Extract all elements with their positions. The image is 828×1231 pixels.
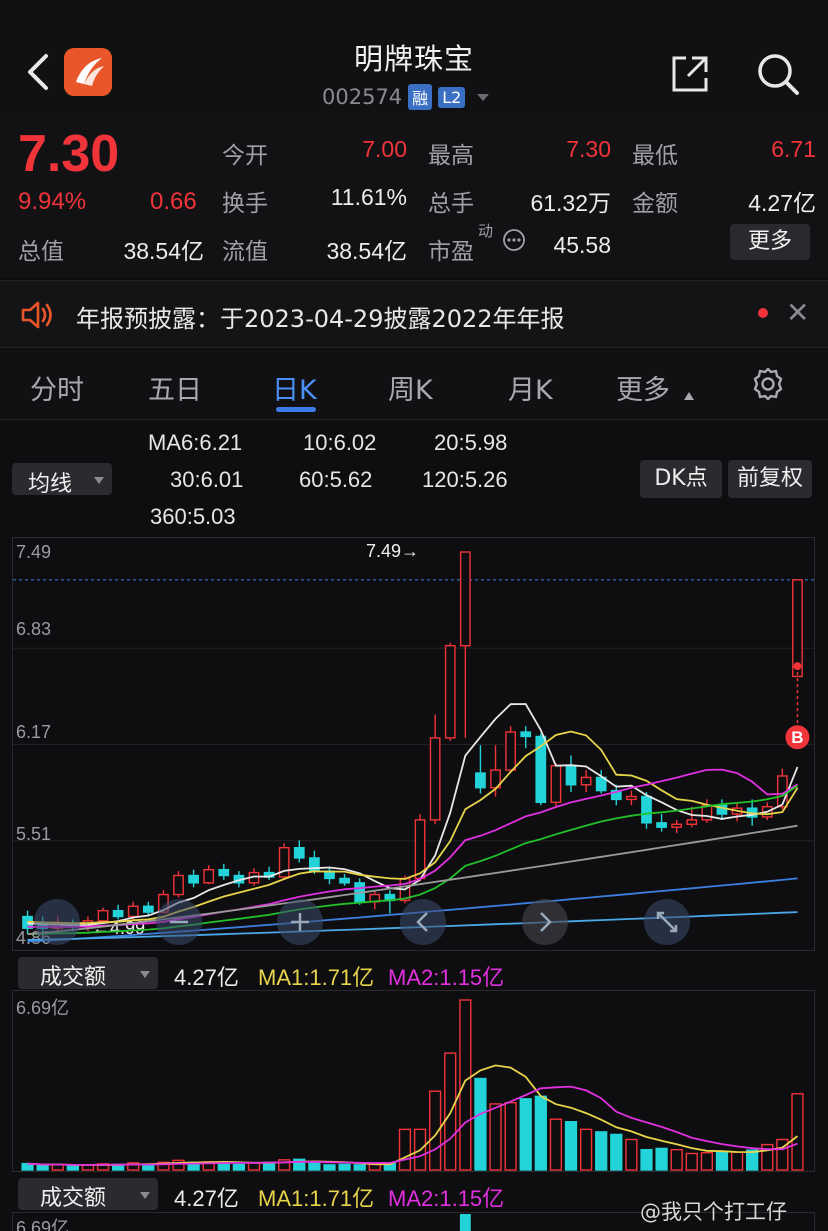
volume-value-2: 4.27亿 — [174, 1186, 239, 1211]
candle-up — [505, 731, 517, 771]
volume-y-top-2: 6.69亿 — [16, 1218, 70, 1231]
buy-signal-label: B — [791, 728, 803, 747]
zoom-in-nav-button[interactable] — [34, 899, 80, 945]
candle-down — [475, 772, 486, 789]
candle-up — [550, 765, 562, 804]
expand-icon — [656, 911, 678, 933]
candle-up — [203, 868, 215, 884]
volume-chart-frame[interactable] — [12, 990, 815, 1172]
candle-up — [173, 874, 184, 896]
minus-button[interactable] — [156, 899, 202, 945]
chevron-left-icon — [416, 912, 428, 932]
candle-down — [293, 847, 305, 859]
next-button[interactable] — [522, 899, 568, 945]
candle-down — [339, 877, 350, 884]
ma-line-MA6 — [27, 703, 799, 927]
candle-down — [218, 868, 230, 877]
chevron-right-icon — [540, 912, 552, 932]
volume-indicator-selector-2[interactable]: 成交额 — [18, 1178, 158, 1211]
candle-up — [686, 819, 698, 825]
fullscreen-button[interactable] — [644, 899, 690, 945]
candle-down — [188, 874, 199, 884]
dropdown-caret-icon — [140, 1192, 150, 1199]
candle-down — [641, 795, 652, 824]
candle-up — [97, 909, 109, 922]
candle-up — [792, 579, 803, 678]
volume-value: 4.27亿 — [174, 965, 239, 990]
volume-ma2: MA2:1.15亿 — [388, 965, 505, 990]
candle-down — [142, 905, 154, 913]
volume-ma1: MA1:1.71亿 — [258, 965, 375, 990]
candle-up — [626, 795, 637, 801]
candle-up — [429, 737, 441, 821]
dropdown-caret-icon — [140, 971, 150, 978]
volume-ma2-2: MA2:1.15亿 — [388, 1186, 505, 1211]
signal-dot — [793, 662, 802, 671]
candle-up — [127, 905, 139, 918]
volume-indicator-selector[interactable]: 成交额 — [18, 957, 158, 990]
volume-selector-label-2: 成交额 — [40, 1186, 107, 1211]
volume-y-top: 6.69亿 — [16, 998, 70, 1018]
candle-up — [580, 776, 592, 786]
plus-button[interactable] — [277, 899, 323, 945]
plus-icon — [291, 913, 309, 931]
candle-up — [671, 823, 683, 828]
candle-up — [444, 644, 456, 739]
candle-up — [459, 551, 471, 647]
candle-down — [112, 909, 124, 918]
prev-button[interactable] — [400, 899, 446, 945]
watermark-text: @我只个打工仔 — [640, 1200, 787, 1224]
candle-down — [565, 765, 577, 786]
volume-selector-label: 成交额 — [40, 965, 107, 990]
candle-down — [656, 822, 667, 828]
volume-ma1-2: MA1:1.71亿 — [258, 1186, 375, 1211]
candle-down — [520, 731, 532, 738]
candle-up — [414, 819, 426, 880]
minus-icon — [170, 920, 188, 924]
